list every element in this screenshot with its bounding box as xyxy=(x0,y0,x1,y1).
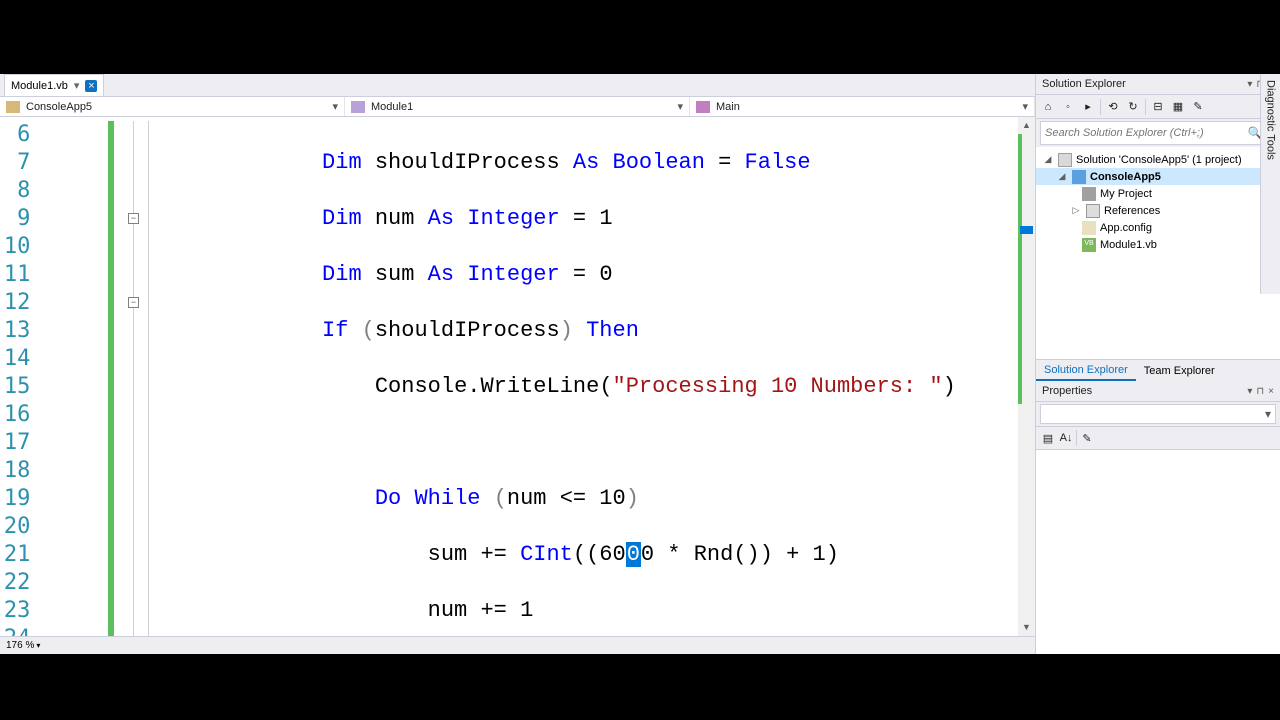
wrench-icon xyxy=(1082,187,1096,201)
panel-dropdown-icon[interactable]: ▾ xyxy=(1247,79,1252,90)
back-icon[interactable]: ◦ xyxy=(1060,99,1076,115)
fold-toggle-icon[interactable]: − xyxy=(128,297,139,308)
tree-node-appconfig[interactable]: App.config xyxy=(1036,219,1280,236)
tree-node-myproject[interactable]: My Project xyxy=(1036,185,1280,202)
chevron-down-icon: ▾ xyxy=(36,641,40,650)
pin-icon[interactable]: ⊓ xyxy=(1256,386,1264,397)
vb-file-icon: VB xyxy=(1082,238,1096,252)
project-icon xyxy=(6,101,20,113)
properties-grid[interactable] xyxy=(1036,450,1280,654)
collapse-icon[interactable]: ⊟ xyxy=(1150,99,1166,115)
tree-node-module1[interactable]: VB Module1.vb xyxy=(1036,236,1280,253)
properties-object-dropdown[interactable]: ▾ xyxy=(1040,404,1276,424)
tree-node-project[interactable]: ◢ ConsoleApp5 xyxy=(1036,168,1280,185)
tab-solution-explorer[interactable]: Solution Explorer xyxy=(1036,360,1136,381)
fold-toggle-icon[interactable]: − xyxy=(128,213,139,224)
change-indicator-bar xyxy=(108,117,114,636)
solution-tree[interactable]: ◢ Solution 'ConsoleApp5' (1 project) ◢ C… xyxy=(1036,147,1280,359)
solution-icon xyxy=(1058,153,1072,167)
tree-node-solution[interactable]: ◢ Solution 'ConsoleApp5' (1 project) xyxy=(1036,151,1280,168)
nav-method-dropdown[interactable]: Main ▾ xyxy=(690,97,1035,116)
editor-status-bar: 176 % ▾ xyxy=(0,636,1035,654)
nav-module-label: Module1 xyxy=(371,101,413,113)
references-icon xyxy=(1086,204,1100,218)
refresh-icon[interactable]: ↻ xyxy=(1125,99,1141,115)
solution-explorer-search[interactable]: 🔍 ▾ xyxy=(1040,121,1276,145)
properties-title-bar: Properties ▾ ⊓ × xyxy=(1036,381,1280,402)
editor-column: Module1.vb ▾ × ConsoleApp5 ▾ Module1 ▾ M… xyxy=(0,74,1036,654)
show-all-icon[interactable]: ▦ xyxy=(1170,99,1186,115)
forward-icon[interactable]: ▸ xyxy=(1080,99,1096,115)
alphabetical-icon[interactable]: A↓ xyxy=(1058,430,1074,446)
home-icon[interactable]: ⌂ xyxy=(1040,99,1056,115)
categorized-icon[interactable]: ▤ xyxy=(1040,430,1056,446)
solution-explorer-title-bar: Solution Explorer ▾ ⊓ × xyxy=(1036,74,1280,95)
chevron-down-icon: ▾ xyxy=(1265,407,1271,421)
solution-explorer-toolbar: ⌂ ◦ ▸ ⟲ ↻ ⊟ ▦ ✎ xyxy=(1036,95,1280,119)
chevron-down-icon: ▾ xyxy=(677,100,683,113)
right-panel-column: Solution Explorer ▾ ⊓ × ⌂ ◦ ▸ ⟲ ↻ ⊟ ▦ ✎ … xyxy=(1036,74,1280,654)
pin-icon[interactable]: ▾ xyxy=(74,79,80,92)
document-tab-label: Module1.vb xyxy=(11,80,68,92)
code-text-area[interactable]: Dim shouldIProcess As Boolean = False Di… xyxy=(216,117,1035,636)
caret-indicator xyxy=(1020,226,1033,234)
line-number-gutter: 6789 10111213 14151617 18192021 222324 xyxy=(0,117,66,636)
search-input[interactable] xyxy=(1045,127,1248,139)
nav-module-dropdown[interactable]: Module1 ▾ xyxy=(345,97,690,116)
vb-project-icon xyxy=(1072,170,1086,184)
document-tab-module1[interactable]: Module1.vb ▾ × xyxy=(4,74,104,96)
panel-title-label: Solution Explorer xyxy=(1042,78,1126,90)
properties-toolbar: ▤ A↓ ✎ xyxy=(1036,426,1280,450)
property-pages-icon[interactable]: ✎ xyxy=(1079,430,1095,446)
nav-project-dropdown[interactable]: ConsoleApp5 ▾ xyxy=(0,97,345,116)
side-tab-diagnostic-tools[interactable]: Diagnostic Tools xyxy=(1260,74,1280,294)
sync-icon[interactable]: ⟲ xyxy=(1105,99,1121,115)
nav-project-label: ConsoleApp5 xyxy=(26,101,92,113)
scroll-up-icon[interactable]: ▲ xyxy=(1018,117,1035,134)
properties-icon[interactable]: ✎ xyxy=(1190,99,1206,115)
expand-toggle-icon[interactable]: ▷ xyxy=(1070,205,1082,216)
outlining-margin: − − xyxy=(124,117,148,636)
expand-toggle-icon[interactable]: ◢ xyxy=(1056,171,1068,182)
zoom-dropdown[interactable]: 176 % xyxy=(6,640,34,651)
explorer-tab-strip: Solution Explorer Team Explorer xyxy=(1036,359,1280,381)
document-tab-strip: Module1.vb ▾ × xyxy=(0,74,1035,96)
close-icon[interactable]: × xyxy=(1268,386,1274,397)
panel-title-label: Properties xyxy=(1042,385,1092,397)
chevron-down-icon: ▾ xyxy=(332,100,338,113)
tree-node-references[interactable]: ▷ References xyxy=(1036,202,1280,219)
navigation-dropdown-bar: ConsoleApp5 ▾ Module1 ▾ Main ▾ xyxy=(0,96,1035,117)
tab-team-explorer[interactable]: Team Explorer xyxy=(1136,360,1223,381)
nav-method-label: Main xyxy=(716,101,740,113)
module-icon xyxy=(351,101,365,113)
vertical-scrollbar[interactable]: ▲ ▼ xyxy=(1018,117,1035,636)
close-tab-icon[interactable]: × xyxy=(85,80,97,92)
text-selection: 0 xyxy=(626,542,641,567)
code-editor[interactable]: 6789 10111213 14151617 18192021 222324 −… xyxy=(0,117,1035,636)
scroll-down-icon[interactable]: ▼ xyxy=(1018,619,1035,636)
config-file-icon xyxy=(1082,221,1096,235)
chevron-down-icon: ▾ xyxy=(1022,100,1028,113)
panel-dropdown-icon[interactable]: ▾ xyxy=(1247,386,1252,397)
expand-toggle-icon[interactable]: ◢ xyxy=(1042,154,1054,165)
method-icon xyxy=(696,101,710,113)
